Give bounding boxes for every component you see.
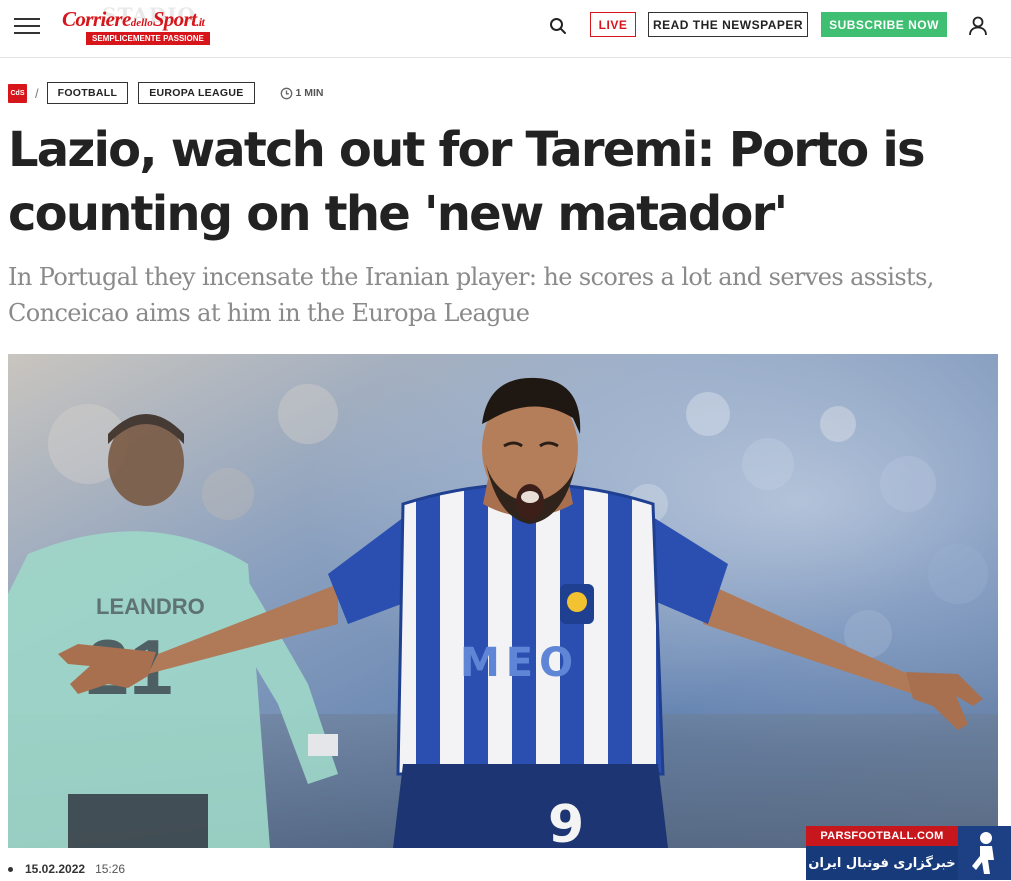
site-logo[interactable]: STADIO CorrieredelloSport.it SEMPLICEMEN… <box>62 3 232 47</box>
read-newspaper-button[interactable]: READ THE NEWSPAPER <box>648 12 808 37</box>
club-crest-icon <box>560 584 594 624</box>
article-title: Lazio, watch out for Taremi: Porto is co… <box>8 122 926 242</box>
shirt-sponsor: MEO <box>460 640 579 686</box>
home-badge[interactable]: CdS <box>8 83 27 103</box>
watermark-player-icon <box>958 826 1011 880</box>
article-subtitle: In Portugal they incensate the Iranian p… <box>8 263 934 327</box>
read-time-label: 1 MIN <box>295 87 324 99</box>
article-date: 15.02.2022 <box>25 862 86 876</box>
menu-icon[interactable] <box>14 15 42 37</box>
user-account-icon[interactable] <box>966 14 990 38</box>
article-date-row: 15.02.2022 15:26 <box>8 861 125 877</box>
article-time: 15:26 <box>95 862 126 876</box>
bullet-icon <box>8 866 13 872</box>
shirt-number: 9 <box>548 795 584 848</box>
background-player-name: LEANDRO <box>96 594 205 619</box>
logo-wordmark: CorrieredelloSport.it <box>62 7 205 31</box>
top-navigation-bar: STADIO CorrieredelloSport.it SEMPLICEMEN… <box>0 0 1011 58</box>
read-time: 1 MIN <box>280 87 324 100</box>
search-icon[interactable] <box>548 16 568 36</box>
live-button[interactable]: LIVE <box>590 12 636 37</box>
watermark-tagline: خبرگزاری فوتبال ایران <box>806 846 958 880</box>
article-hero-image: LEANDRO 21 MEO 9 <box>8 354 998 848</box>
clock-icon <box>280 87 292 99</box>
category-chip-europa-league[interactable]: EUROPA LEAGUE <box>138 82 255 104</box>
logo-tagline: SEMPLICEMENTE PASSIONE <box>86 32 210 45</box>
parsfootball-watermark: PARSFOOTBALL.COM خبرگزاری فوتبال ایران <box>806 826 1011 881</box>
breadcrumb: CdS / FOOTBALL EUROPA LEAGUE 1 MIN <box>8 82 324 104</box>
watermark-site: PARSFOOTBALL.COM <box>806 826 958 846</box>
category-chip-football[interactable]: FOOTBALL <box>46 82 129 104</box>
subscribe-button[interactable]: SUBSCRIBE NOW <box>821 12 947 37</box>
breadcrumb-separator: / <box>35 85 39 101</box>
